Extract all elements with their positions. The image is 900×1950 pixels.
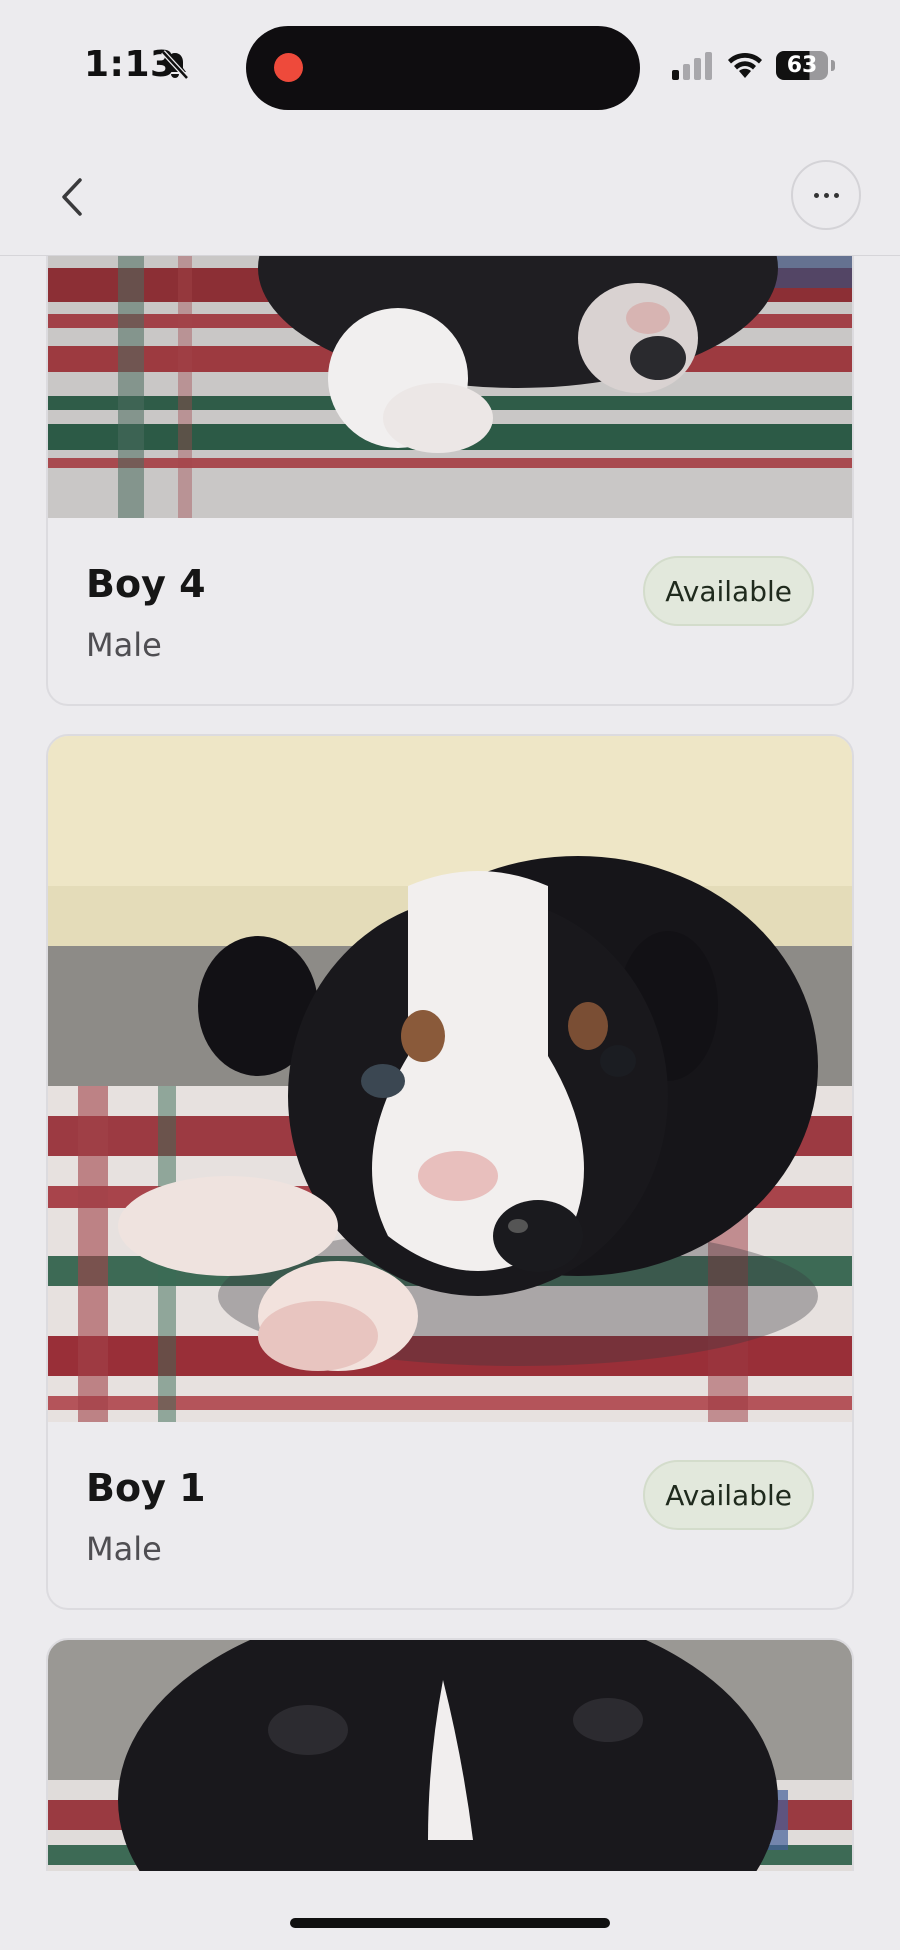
puppy-card[interactable]: Boy 4 Male Available: [46, 256, 854, 706]
recording-indicator-icon: [274, 53, 303, 82]
app-screen: 1:13 63 Boy 4 Male Available Boy 1 Male …: [0, 0, 900, 1950]
bell-slash-icon: [161, 50, 189, 80]
dot: [813, 192, 819, 198]
status-badge: Available: [643, 556, 814, 626]
puppy-photo: [48, 736, 852, 1422]
puppy-info: Boy 1 Male Available: [48, 1422, 852, 1608]
more-options-button[interactable]: [791, 160, 895, 230]
dot: [823, 192, 829, 198]
puppy-sex: Male: [86, 626, 162, 664]
puppy-photo: [48, 256, 852, 518]
ellipsis-icon[interactable]: [791, 160, 861, 230]
battery-icon: 63: [776, 51, 828, 80]
puppy-card[interactable]: Boy 1 Male Available: [46, 734, 854, 1610]
dynamic-island: [246, 26, 640, 110]
puppy-card[interactable]: [46, 1638, 854, 1871]
status-badge: Available: [643, 1460, 814, 1530]
puppy-sex: Male: [86, 1530, 162, 1568]
status-bar: 1:13 63: [0, 0, 900, 140]
puppy-info: Boy 4 Male Available: [48, 518, 852, 704]
puppy-name: Boy 1: [86, 1466, 206, 1510]
battery-cap: [831, 60, 835, 71]
dot: [833, 192, 839, 198]
wifi-icon: [728, 52, 762, 78]
home-indicator[interactable]: [290, 1918, 610, 1928]
nav-bar: [0, 140, 900, 256]
puppy-photo: [48, 1640, 852, 1871]
puppy-list: Boy 4 Male Available Boy 1 Male Availabl…: [0, 256, 900, 1871]
chevron-left-icon[interactable]: [46, 170, 100, 224]
cellular-signal-icon: [672, 52, 712, 80]
puppy-name: Boy 4: [86, 562, 206, 606]
